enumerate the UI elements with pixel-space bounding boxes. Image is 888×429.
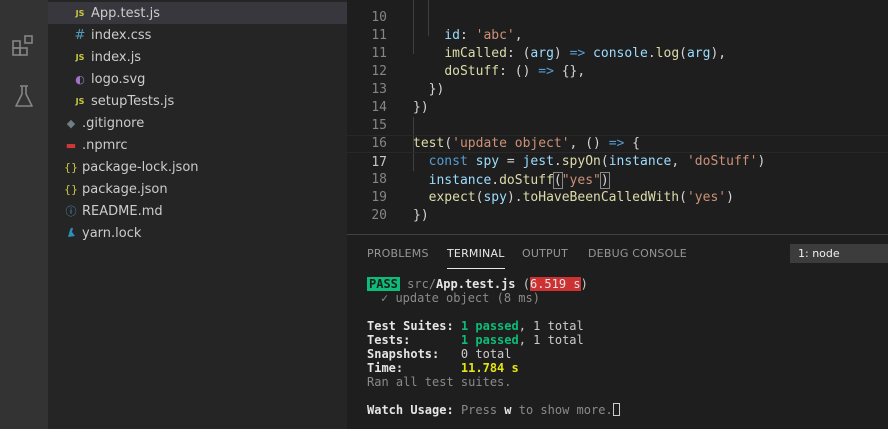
terminal-line: Time: 11.784 s bbox=[367, 361, 519, 375]
svg-file-icon: ◐ bbox=[75, 72, 85, 86]
json-file-icon: {} bbox=[64, 160, 78, 174]
code-line: 16 const spy = jest.spyOn(instance, 'doS… bbox=[371, 136, 766, 169]
file-label: index.css bbox=[91, 27, 152, 43]
file-label: .gitignore bbox=[82, 115, 145, 131]
file-label: logo.svg bbox=[91, 71, 146, 87]
terminal-line: Test Suites: 1 passed, 1 total bbox=[367, 319, 584, 333]
tab-debug-console[interactable]: DEBUG CONSOLE bbox=[588, 247, 687, 269]
css-file-icon: # bbox=[74, 27, 86, 43]
code-line: 20 bbox=[371, 208, 387, 223]
terminal-cursor bbox=[612, 403, 620, 416]
bottom-panel: PROBLEMS TERMINAL OUTPUT DEBUG CONSOLE 1… bbox=[347, 234, 888, 429]
file-label: App.test.js bbox=[91, 5, 161, 21]
file-logo-svg[interactable]: ◐ logo.svg bbox=[48, 68, 347, 90]
tab-output[interactable]: OUTPUT bbox=[522, 247, 568, 269]
terminal-line: Ran all test suites. bbox=[367, 375, 512, 389]
code-line: 18 expect(spy).toHaveBeenCalledWith('yes… bbox=[371, 172, 734, 205]
explorer-sidebar: JS App.test.js # index.css JS index.js ◐… bbox=[48, 0, 347, 429]
activity-bar bbox=[0, 0, 48, 429]
file-index-js[interactable]: JS index.js bbox=[48, 46, 347, 68]
json-file-icon: {} bbox=[64, 182, 78, 196]
code-line: 19 }) bbox=[371, 190, 429, 223]
file-label: README.md bbox=[82, 203, 163, 219]
code-line: 11 doStuff: () => {}, bbox=[371, 46, 586, 79]
file-index-css[interactable]: # index.css bbox=[48, 24, 347, 46]
code-editor[interactable]: 10 id: 'abc', 11 imCalled: (arg) => cons… bbox=[347, 0, 888, 234]
code-line-current: 17 instance.doStuff("yes") bbox=[347, 135, 888, 189]
pass-badge: PASS bbox=[367, 277, 400, 291]
code-line: 14 bbox=[371, 100, 387, 115]
file-setuptests-js[interactable]: JS setupTests.js bbox=[48, 90, 347, 112]
terminal-select[interactable]: 1: node bbox=[790, 244, 888, 263]
code-line: 15 test('update object', () => { bbox=[371, 118, 640, 151]
file-npmrc[interactable]: ▬ .npmrc bbox=[48, 134, 347, 156]
file-label: setupTests.js bbox=[91, 93, 175, 109]
terminal-line: Snapshots: 0 total bbox=[367, 347, 512, 361]
yarn-file-icon bbox=[63, 226, 79, 241]
git-file-icon: ◆ bbox=[66, 116, 76, 130]
file-package-lock-json[interactable]: {} package-lock.json bbox=[48, 156, 347, 178]
tab-terminal[interactable]: TERMINAL bbox=[447, 247, 505, 269]
terminal-line: Watch Usage: Press w to show more. bbox=[367, 403, 620, 417]
file-package-json[interactable]: {} package.json bbox=[48, 178, 347, 200]
extensions-icon[interactable] bbox=[10, 32, 38, 60]
code-line: 11 imCalled: (arg) => console.log(arg), bbox=[371, 28, 727, 61]
file-label: package.json bbox=[82, 181, 168, 197]
js-file-icon: JS bbox=[75, 96, 85, 106]
code-line: 12 }) bbox=[371, 64, 445, 97]
file-label: index.js bbox=[91, 49, 142, 65]
code-line: 13 }) bbox=[371, 82, 429, 115]
file-label: yarn.lock bbox=[82, 225, 142, 241]
terminal-line: Tests: 1 passed, 1 total bbox=[367, 333, 584, 347]
duration-badge: 6.519 s bbox=[529, 277, 581, 291]
testing-flask-icon[interactable] bbox=[10, 82, 38, 110]
terminal-line: ✓ update object (8 ms) bbox=[381, 291, 540, 305]
info-file-icon: ⓘ bbox=[65, 205, 77, 218]
js-file-icon: JS bbox=[75, 52, 85, 62]
tab-problems[interactable]: PROBLEMS bbox=[367, 247, 429, 269]
file-gitignore[interactable]: ◆ .gitignore bbox=[48, 112, 347, 134]
file-label: package-lock.json bbox=[82, 159, 199, 175]
file-label: .npmrc bbox=[82, 137, 128, 153]
file-app-test-js[interactable]: JS App.test.js bbox=[48, 2, 347, 24]
file-yarn-lock[interactable]: yarn.lock bbox=[48, 222, 347, 244]
code-line: 10 id: 'abc', bbox=[371, 10, 523, 43]
terminal-line: PASS src/App.test.js (6.519 s) bbox=[367, 277, 588, 291]
js-file-icon: JS bbox=[75, 8, 85, 18]
file-readme-md[interactable]: ⓘ README.md bbox=[48, 200, 347, 222]
npm-file-icon: ▬ bbox=[65, 138, 77, 152]
